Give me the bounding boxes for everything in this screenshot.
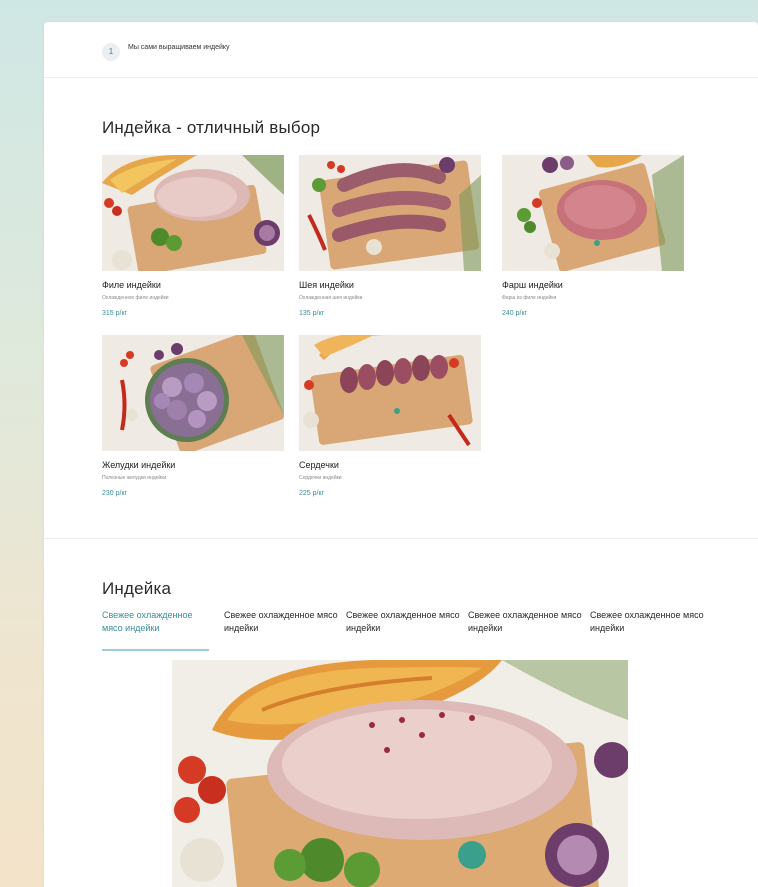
product-name[interactable]: Филе индейки bbox=[102, 280, 284, 290]
product-desc: Охлажденное филе индейки bbox=[102, 295, 169, 301]
tab-bar: Свежее охлажденное мясо индейки Свежее о… bbox=[102, 609, 758, 651]
minced-turkey-photo[interactable] bbox=[502, 155, 684, 271]
product-card[interactable]: Шея индейки Охлажденная шея индейки 135 … bbox=[299, 155, 481, 317]
product-price: 230 р/кг bbox=[102, 490, 128, 497]
product-card[interactable]: Филе индейки Охлажденное филе индейки 31… bbox=[102, 155, 284, 317]
turkey-fillet-photo[interactable] bbox=[102, 155, 284, 271]
product-desc: Фарш из филе индейки bbox=[502, 295, 557, 301]
product-price: 315 р/кг bbox=[102, 310, 128, 317]
product-card[interactable]: Фарш индейки Фарш из филе индейки 240 р/… bbox=[502, 155, 684, 317]
product-desc: Полезные желудки индейки bbox=[102, 475, 167, 481]
tab-1[interactable]: Свежее охлажденное мясо индейки bbox=[102, 609, 209, 651]
product-name[interactable]: Желудки индейки bbox=[102, 460, 284, 470]
product-price: 225 р/кг bbox=[299, 490, 325, 497]
turkey-gizzards-photo[interactable] bbox=[102, 335, 284, 451]
products-title: Индейка - отличный выбор bbox=[102, 118, 321, 137]
tab-5[interactable]: Свежее охлажденное мясо индейки bbox=[590, 609, 712, 651]
steps-bar: 1 Мы сами выращиваем индейку bbox=[44, 22, 758, 78]
step-text: Мы сами выращиваем индейку bbox=[128, 44, 230, 51]
turkey-hearts-photo[interactable] bbox=[299, 335, 481, 451]
turkey-section: Индейка Свежее охлажденное мясо индейки … bbox=[44, 539, 758, 651]
tab-3[interactable]: Свежее охлажденное мясо индейки bbox=[346, 609, 468, 651]
product-card[interactable]: Сердечки Сердечки индейки 225 р/кг bbox=[299, 335, 481, 497]
product-desc: Охлажденная шея индейки bbox=[299, 295, 363, 301]
product-name[interactable]: Сердечки bbox=[299, 460, 481, 470]
tab-4[interactable]: Свежее охлажденное мясо индейки bbox=[468, 609, 590, 651]
tab-2[interactable]: Свежее охлажденное мясо индейки bbox=[224, 609, 346, 651]
product-name[interactable]: Шея индейки bbox=[299, 280, 481, 290]
product-grid: Филе индейки Охлажденное филе индейки 31… bbox=[102, 155, 702, 515]
product-desc: Сердечки индейки bbox=[299, 475, 342, 481]
turkey-neck-photo[interactable] bbox=[299, 155, 481, 271]
product-price: 240 р/кг bbox=[502, 310, 528, 317]
product-name[interactable]: Фарш индейки bbox=[502, 280, 684, 290]
product-card[interactable]: Желудки индейки Полезные желудки индейки… bbox=[102, 335, 284, 497]
turkey-title: Индейка bbox=[102, 579, 172, 598]
step-number-badge[interactable]: 1 bbox=[102, 42, 120, 61]
hero-image bbox=[172, 660, 628, 887]
product-price: 135 р/кг bbox=[299, 310, 325, 317]
